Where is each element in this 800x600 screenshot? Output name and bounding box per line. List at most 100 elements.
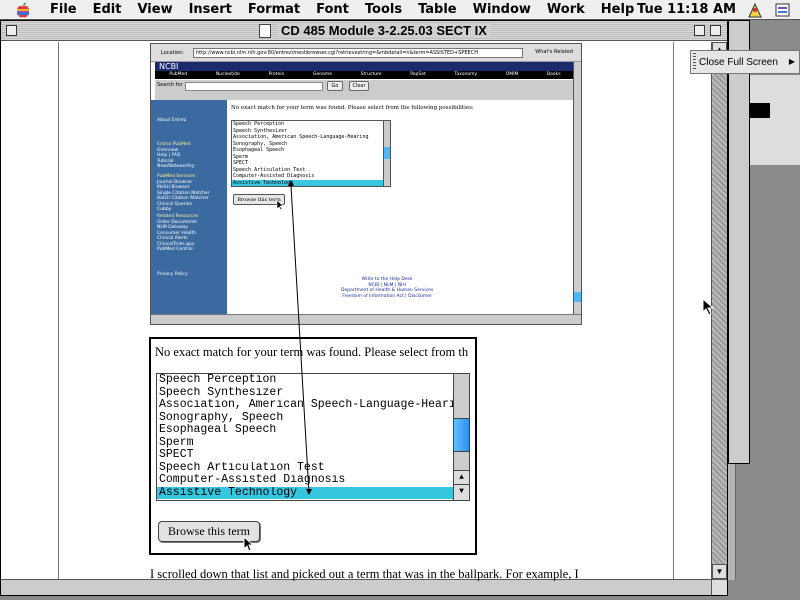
- db-tab: PopSet: [410, 72, 426, 77]
- browser-status-bar: [151, 314, 581, 324]
- browser-location-bar: Location: http://www.ncbi.nlm.nih.gov:80…: [151, 44, 581, 62]
- zoom-box-icon[interactable]: [694, 25, 705, 36]
- browser-screenshot-image: Location: http://www.ncbi.nlm.nih.gov:80…: [150, 43, 582, 325]
- page-left-margin: [1, 42, 59, 594]
- background-window-block: [750, 103, 770, 118]
- browser-scroll-thumb: [574, 292, 581, 302]
- resize-grow-box-icon[interactable]: [711, 579, 727, 595]
- browser-go-button: Go: [327, 81, 343, 91]
- about-entrez-label: About Entrez: [157, 118, 187, 123]
- db-tab: Genome: [312, 72, 332, 77]
- browser-sidebar: About Entrez Entrez PubMed Overview Help…: [151, 100, 227, 324]
- menu-bar: File Edit View Insert Format Font Tools …: [0, 0, 800, 20]
- resources-block: Related Resources Order Documents NLM Ga…: [157, 214, 199, 253]
- list-item: Speech Articulation Test: [159, 461, 325, 474]
- triangle-right-icon: ▶: [788, 57, 795, 66]
- scroll-down-arrow-icon: ▼: [454, 485, 469, 500]
- assistant-icon[interactable]: [746, 2, 764, 18]
- db-tab: Books: [547, 72, 561, 77]
- browser-search-field: [185, 82, 323, 91]
- list-item: Speech Synthesizer: [159, 386, 284, 399]
- menu-window[interactable]: Window: [465, 2, 539, 17]
- sidebar-heading: Related Resources: [157, 214, 199, 219]
- menu-view[interactable]: View: [129, 2, 180, 17]
- background-window[interactable]: [728, 20, 750, 464]
- list-item: Association, American Speech-Language-He…: [233, 134, 369, 140]
- entrez-block: Entrez PubMed Overview Help | FAQ Tutori…: [157, 142, 195, 170]
- sidebar-heading: Entrez PubMed: [157, 142, 191, 147]
- palette-drag-handle[interactable]: [693, 53, 696, 71]
- list-item: Computer-Assisted Diagnosis: [159, 474, 346, 486]
- list-item: Speech Perception: [159, 374, 277, 386]
- browser-scrollbar: [573, 62, 581, 316]
- db-tab: OMIM: [505, 72, 519, 77]
- collapse-box-icon[interactable]: [710, 25, 721, 36]
- menu-edit[interactable]: Edit: [85, 2, 130, 17]
- page-right-margin: [673, 42, 711, 594]
- location-label: Location:: [161, 50, 184, 56]
- zoom-list-scrollbar: ▲ ▼: [453, 374, 469, 500]
- sidebar-link: Batch Citation Matcher: [157, 196, 209, 201]
- browser-term-list: Speech Perception Speech Synthesizer Ass…: [231, 120, 391, 187]
- menu-font[interactable]: Font: [308, 2, 357, 17]
- menu-insert[interactable]: Insert: [181, 2, 240, 17]
- browser-url: http://www.ncbi.nlm.nih.gov:80/entrez/me…: [193, 48, 523, 58]
- menu-help[interactable]: Help: [593, 2, 642, 17]
- zoomed-screenshot-image: No exact match for your term was found. …: [149, 337, 477, 555]
- menu-file[interactable]: File: [42, 2, 85, 17]
- db-tab: Structure: [360, 72, 382, 77]
- list-item-selected: Assistive Technology: [232, 179, 390, 186]
- browser-search-bar: Search for Go Clear: [155, 80, 575, 100]
- footer-link: Freedom of Information Act | Disclaimer: [342, 293, 432, 299]
- arrow-cursor-icon: [243, 536, 255, 552]
- browser-no-match-message: No exact match for your term was found. …: [231, 105, 474, 111]
- sidebar-link: Cubby: [157, 207, 172, 212]
- ncbi-banner: NCBI: [155, 62, 575, 71]
- zoom-no-match-message: No exact match for your term was found. …: [155, 345, 469, 359]
- arrow-cursor-icon: [276, 199, 284, 211]
- list-scroll-thumb: [384, 147, 390, 159]
- window-titlebar[interactable]: CD 485 Module 3-2.25.03 SECT IX: [1, 21, 727, 41]
- browser-footer: Write to the Help Desk NCBI | NLM | NIH …: [341, 277, 433, 299]
- db-tab: Nucleotide: [215, 72, 240, 77]
- services-block: PubMed Services Journal Browser MeSH Bro…: [157, 174, 210, 213]
- background-window-strip: [750, 75, 800, 165]
- application-menu-icon[interactable]: [774, 2, 792, 18]
- close-box-icon[interactable]: [6, 25, 17, 36]
- menu-table[interactable]: Table: [410, 2, 465, 17]
- document-body-text[interactable]: I scrolled down that list and picked out…: [150, 567, 670, 582]
- list-item: Sonography, Speech: [159, 411, 284, 424]
- list-item-selected: Assistive Technology: [157, 486, 469, 499]
- list-scrollbar: [383, 121, 390, 186]
- close-full-screen-button[interactable]: Close Full Screen ▶: [690, 50, 800, 74]
- document-icon: [259, 24, 271, 38]
- window-title: CD 485 Module 3-2.25.03 SECT IX: [277, 23, 491, 38]
- apple-menu-icon[interactable]: [12, 2, 34, 18]
- menu-format[interactable]: Format: [240, 2, 308, 17]
- privacy-policy-link: Privacy Policy: [157, 272, 188, 277]
- mouse-pointer-icon: [702, 298, 715, 316]
- zoom-term-list: Speech Perception Speech Synthesizer Ass…: [156, 373, 470, 501]
- browser-clear-button: Clear: [349, 81, 369, 91]
- scroll-down-arrow-icon[interactable]: ▼: [712, 564, 727, 579]
- sidebar-link: PubMed Central: [157, 247, 193, 252]
- zoom-scroll-thumb: [454, 418, 469, 452]
- whats-related-label: What's Related: [535, 49, 573, 55]
- menu-clock[interactable]: Tue 11:18 AM: [637, 2, 736, 17]
- list-item: SPECT: [159, 449, 194, 461]
- close-full-screen-label: Close Full Screen: [699, 56, 778, 68]
- browser-db-tabs: PubMed Nucleotide Protein Genome Structu…: [155, 71, 575, 79]
- db-tab: Taxonomy: [454, 72, 478, 77]
- scroll-up-arrow-icon: ▲: [454, 470, 469, 485]
- footer-link: Department of Health & Human Services: [341, 288, 434, 293]
- db-tab: PubMed: [169, 72, 188, 77]
- list-item: Association, American Speech-Language-He…: [159, 399, 469, 411]
- list-item: Esophageal Speech: [159, 424, 277, 436]
- menu-work[interactable]: Work: [539, 2, 593, 17]
- ncbi-logo: NCBI: [159, 62, 179, 71]
- search-for-label: Search for: [157, 82, 183, 88]
- db-tab: Protein: [268, 72, 285, 77]
- list-item: Sperm: [159, 436, 194, 449]
- sidebar-link: New/Noteworthy: [157, 164, 195, 169]
- menu-tools[interactable]: Tools: [357, 2, 410, 17]
